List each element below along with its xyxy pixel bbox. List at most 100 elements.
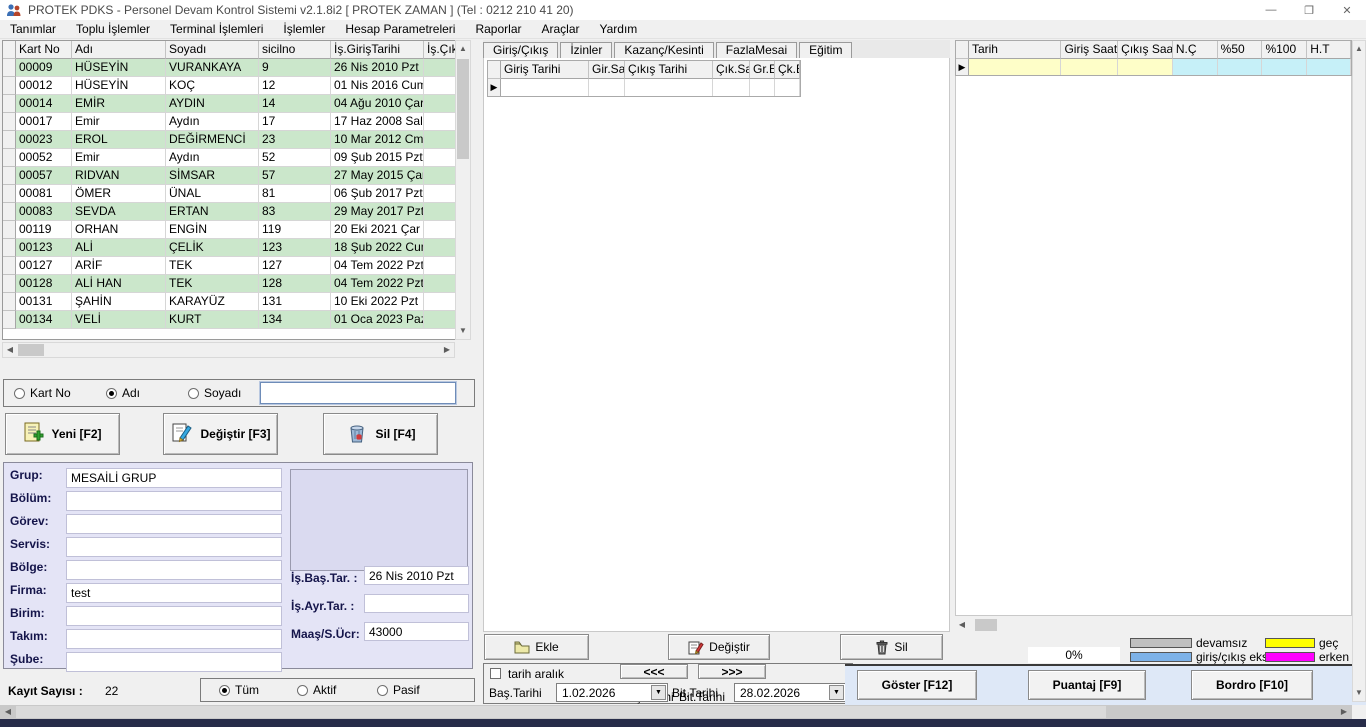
table-row[interactable]: 00014 EMİR AYDIN 14 04 Ağu 2010 Çar — [3, 95, 456, 113]
sil-button[interactable]: Sil [F4] — [323, 413, 438, 455]
scroll-thumb[interactable] — [18, 344, 44, 356]
column-header[interactable]: Giriş Saati — [1061, 41, 1118, 59]
search-input[interactable] — [260, 382, 456, 404]
form-input[interactable] — [66, 606, 282, 626]
table-row[interactable]: 00052 Emir Aydın 52 09 Şub 2015 Pzt — [3, 149, 456, 167]
scroll-down-icon[interactable]: ▼ — [456, 324, 470, 338]
is-ayr-tar-input[interactable] — [364, 594, 469, 613]
dropdown-arrow-icon[interactable]: ▼ — [651, 685, 666, 700]
column-header[interactable]: %100 — [1262, 41, 1307, 59]
table-row[interactable]: 00057 RIDVAN SİMSAR 57 27 May 2015 Çar — [3, 167, 456, 185]
goster-button[interactable]: Göster [F12] — [857, 670, 977, 700]
table-row[interactable]: 00012 HÜSEYİN KOÇ 12 01 Nis 2016 Cum — [3, 77, 456, 95]
table-row[interactable]: 00017 Emir Aydın 17 17 Haz 2008 Sal — [3, 113, 456, 131]
attendance-vscrollbar[interactable]: ▲ ▼ — [1352, 40, 1366, 702]
radio-soyadi[interactable]: Soyadı — [188, 386, 254, 400]
form-input[interactable] — [66, 537, 282, 557]
tab[interactable]: İzinler — [560, 42, 612, 58]
table-row[interactable]: 00081 ÖMER ÜNAL 81 06 Şub 2017 Pzt — [3, 185, 456, 203]
table-row[interactable]: 00134 VELİ KURT 134 01 Oca 2023 Paz — [3, 311, 456, 329]
detail-sil-button[interactable]: Sil — [840, 634, 943, 660]
form-input[interactable] — [66, 652, 282, 672]
column-header[interactable]: Çıkış Saati — [1118, 41, 1173, 59]
scroll-right-icon[interactable]: ▶ — [1338, 705, 1350, 718]
radio-adi[interactable]: Adı — [106, 386, 188, 400]
column-header[interactable]: Çık.Saati — [713, 61, 750, 79]
form-input[interactable]: test — [66, 583, 282, 603]
yeni-button[interactable]: Yeni [F2] — [5, 413, 120, 455]
attendance-hscrollbar[interactable]: ◀ — [955, 618, 1352, 632]
form-input[interactable] — [66, 629, 282, 649]
table-row[interactable]: 00131 ŞAHİN KARAYÜZ 131 10 Eki 2022 Pzt — [3, 293, 456, 311]
column-header[interactable]: Gir.Saati — [589, 61, 625, 79]
scroll-thumb[interactable] — [16, 706, 1106, 718]
radio-aktif[interactable]: Aktif — [297, 683, 377, 697]
menu-item[interactable]: Toplu İşlemler — [66, 20, 160, 38]
table-row[interactable]: 00127 ARİF TEK 127 04 Tem 2022 Pzt — [3, 257, 456, 275]
personnel-grid-hscrollbar[interactable]: ◀ ▶ — [2, 342, 455, 358]
degistir-button[interactable]: Değiştir [F3] — [163, 413, 278, 455]
close-button[interactable]: ✕ — [1328, 0, 1366, 20]
column-header[interactable]: İş.Çıkış — [424, 41, 456, 59]
bordro-button[interactable]: Bordro [F10] — [1191, 670, 1313, 700]
menu-item[interactable]: Araçlar — [532, 20, 590, 38]
tarih-aralik-checkbox[interactable] — [490, 668, 501, 679]
table-row[interactable]: 00128 ALİ HAN TEK 128 04 Tem 2022 Pzt — [3, 275, 456, 293]
bit-tarihi-combo[interactable]: 28.02.2026 ▼ — [734, 683, 846, 702]
tab[interactable]: FazlaMesai — [716, 42, 797, 58]
radio-pasif[interactable]: Pasif — [377, 683, 420, 697]
column-header[interactable]: Kart No — [16, 41, 72, 59]
menu-item[interactable]: İşlemler — [273, 20, 335, 38]
next-range-button[interactable]: >>> — [698, 664, 766, 679]
ekle-button[interactable]: Ekle — [484, 634, 589, 660]
scroll-down-icon[interactable]: ▼ — [1353, 686, 1365, 700]
puantaj-button[interactable]: Puantaj [F9] — [1028, 670, 1146, 700]
scroll-thumb[interactable] — [457, 59, 469, 159]
minimize-button[interactable]: — — [1252, 0, 1290, 20]
personnel-grid-vscrollbar[interactable]: ▲ ▼ — [455, 40, 471, 340]
column-header[interactable]: Giriş Tarihi — [501, 61, 589, 79]
scroll-left-icon[interactable]: ◀ — [956, 618, 968, 631]
column-header[interactable]: sicilno — [259, 41, 331, 59]
menu-item[interactable]: Raporlar — [465, 20, 531, 38]
column-header[interactable]: İş.GirişTarihi — [331, 41, 424, 59]
column-header[interactable]: H.T — [1307, 41, 1351, 59]
scroll-left-icon[interactable]: ◀ — [4, 343, 16, 357]
radio-tum[interactable]: Tüm — [219, 683, 297, 697]
tab[interactable]: Giriş/Çıkış — [483, 42, 558, 58]
scroll-up-icon[interactable]: ▲ — [456, 42, 470, 56]
table-row[interactable] — [956, 59, 1351, 76]
menu-item[interactable]: Yardım — [590, 20, 648, 38]
column-header[interactable]: Gr.E — [750, 61, 775, 79]
maas-input[interactable]: 43000 — [364, 622, 469, 641]
maximize-button[interactable]: ❐ — [1290, 0, 1328, 20]
scroll-left-icon[interactable]: ◀ — [2, 705, 14, 718]
table-row[interactable]: 00023 EROL DEĞİRMENCİ 23 10 Mar 2012 Cmt — [3, 131, 456, 149]
form-input[interactable] — [66, 491, 282, 511]
prev-range-button[interactable]: <<< — [620, 664, 688, 679]
column-header[interactable]: %50 — [1218, 41, 1263, 59]
form-input[interactable] — [66, 514, 282, 534]
detail-degistir-button[interactable]: Değiştir — [668, 634, 770, 660]
column-header[interactable]: Adı — [72, 41, 166, 59]
table-row[interactable] — [488, 79, 800, 97]
column-header[interactable]: Tarih — [969, 41, 1062, 59]
tab[interactable]: Kazanç/Kesinti — [614, 42, 713, 58]
form-input[interactable]: MESAİLİ GRUP — [66, 468, 282, 488]
scroll-thumb[interactable] — [975, 619, 997, 631]
table-row[interactable]: 00083 SEVDA ERTAN 83 29 May 2017 Pzt — [3, 203, 456, 221]
dropdown-arrow-icon[interactable]: ▼ — [829, 685, 844, 700]
bas-tarihi-combo[interactable]: 1.02.2026 ▼ — [556, 683, 668, 702]
menu-item[interactable]: Tanımlar — [0, 20, 66, 38]
is-bas-tar-input[interactable]: 26 Nis 2010 Pzt — [364, 566, 469, 585]
column-header[interactable]: Çıkış Tarihi — [625, 61, 713, 79]
table-row[interactable]: 00119 ORHAN ENGİN 119 20 Eki 2021 Çar — [3, 221, 456, 239]
column-header[interactable]: Soyadı — [166, 41, 259, 59]
window-hscrollbar[interactable]: ◀ ▶ — [0, 705, 1352, 719]
tab[interactable]: Eğitim — [799, 42, 852, 58]
scroll-up-icon[interactable]: ▲ — [1353, 42, 1365, 56]
table-row[interactable]: 00009 HÜSEYİN VURANKAYA 9 26 Nis 2010 Pz… — [3, 59, 456, 77]
menu-item[interactable]: Hesap Parametreleri — [335, 20, 465, 38]
menu-item[interactable]: Terminal İşlemleri — [160, 20, 273, 38]
table-row[interactable]: 00123 ALİ ÇELİK 123 18 Şub 2022 Cum — [3, 239, 456, 257]
